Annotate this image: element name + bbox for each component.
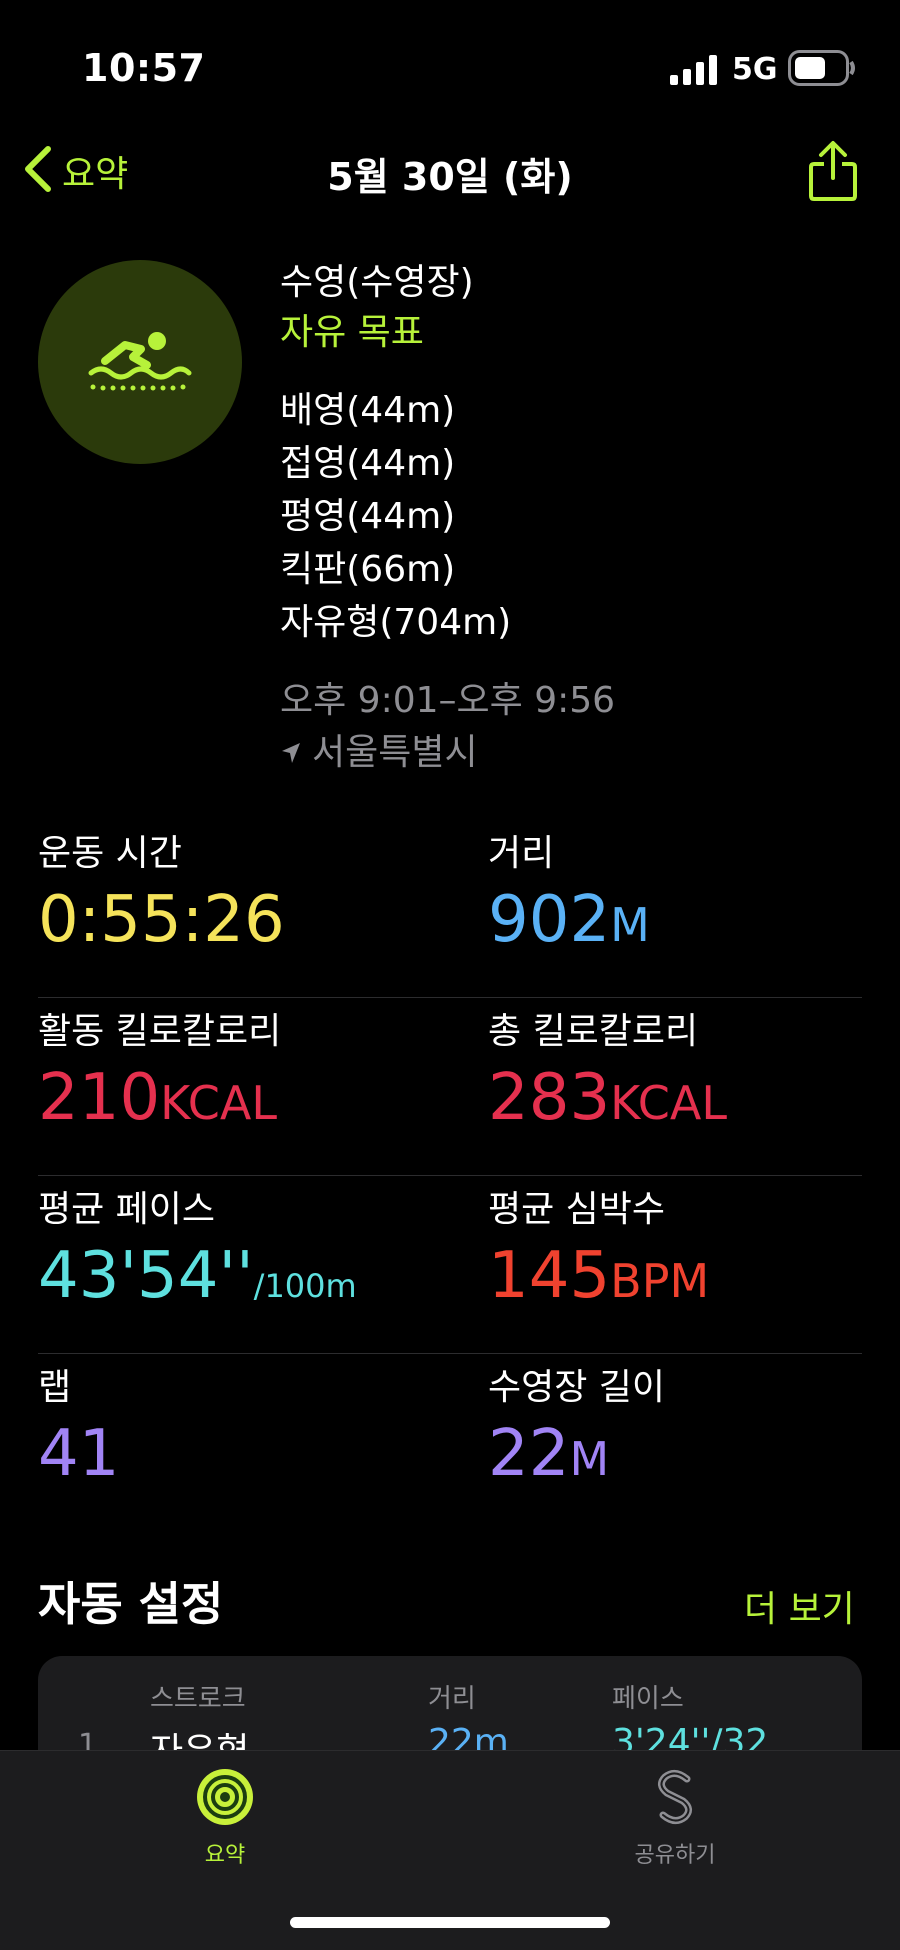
metric-value: 902 bbox=[488, 883, 611, 957]
metric-value: 43'54'' bbox=[38, 1239, 254, 1313]
swimming-icon bbox=[38, 260, 242, 464]
metric-label: 평균 심박수 bbox=[488, 1189, 666, 1230]
metric-label: 평균 페이스 bbox=[38, 1189, 216, 1230]
metrics-row: 활동 킬로칼로리 210KCAL 총 킬로칼로리 283KCAL bbox=[38, 998, 862, 1176]
location-arrow-icon bbox=[280, 741, 302, 765]
workout-goal: 자유 목표 bbox=[280, 312, 424, 353]
network-type: 5G bbox=[732, 52, 778, 87]
metric-label: 운동 시간 bbox=[38, 833, 182, 874]
home-indicator bbox=[290, 1917, 610, 1928]
location-label: 서울특별시 bbox=[312, 732, 478, 773]
metrics-row: 랩 41 수영장 길이 22M bbox=[38, 1354, 862, 1532]
column-header-stroke: 스트로크 bbox=[150, 1684, 246, 1714]
metric-unit: M bbox=[610, 898, 650, 952]
metrics-grid: 운동 시간 0:55:26 거리 902M 활동 킬로칼로리 210KCAL 총… bbox=[38, 820, 862, 1532]
workout-location: 서울특별시 bbox=[280, 727, 615, 779]
battery-icon bbox=[788, 50, 856, 90]
metric-unit: BPM bbox=[610, 1254, 710, 1308]
stroke-item: 배영(44m) bbox=[280, 390, 456, 431]
stroke-item: 자유형(704m) bbox=[280, 602, 512, 643]
metric-value: 0:55:26 bbox=[38, 883, 285, 957]
metric-unit: KCAL bbox=[610, 1076, 728, 1130]
metric-unit: /100m bbox=[253, 1267, 357, 1305]
metric-label: 랩 bbox=[38, 1367, 72, 1408]
metric-label: 거리 bbox=[488, 833, 555, 874]
cellular-signal-icon bbox=[670, 55, 720, 89]
metric-total-kcal: 총 킬로칼로리 283KCAL bbox=[488, 998, 862, 1175]
metric-value: 283 bbox=[488, 1061, 611, 1135]
workout-info: 수영(수영장) 자유 목표 배영(44m) 접영(44m) 평영(44m) 킥판… bbox=[280, 258, 615, 779]
tab-label: 공유하기 bbox=[634, 1843, 716, 1868]
metric-active-kcal: 활동 킬로칼로리 210KCAL bbox=[38, 998, 488, 1175]
metric-pool-length: 수영장 길이 22M bbox=[488, 1354, 862, 1532]
metric-unit: KCAL bbox=[160, 1076, 278, 1130]
activity-rings-icon bbox=[125, 1767, 325, 1831]
metric-value: 22 bbox=[488, 1417, 570, 1491]
metric-value: 41 bbox=[38, 1417, 120, 1491]
share-icon bbox=[809, 141, 857, 201]
metric-value: 145 bbox=[488, 1239, 611, 1313]
metrics-row: 평균 페이스 43'54''/100m 평균 심박수 145BPM bbox=[38, 1176, 862, 1354]
metric-distance: 거리 902M bbox=[488, 820, 862, 997]
metric-workout-time: 운동 시간 0:55:26 bbox=[38, 820, 488, 997]
show-more-link[interactable]: 더 보기 bbox=[744, 1580, 855, 1632]
metric-unit: M bbox=[569, 1432, 610, 1486]
stroke-list: 배영(44m) 접영(44m) 평영(44m) 킥판(66m) 자유형(704m… bbox=[280, 384, 615, 649]
status-time: 10:57 bbox=[82, 46, 206, 90]
stroke-item: 킥판(66m) bbox=[280, 549, 456, 590]
metric-label: 총 킬로칼로리 bbox=[488, 1011, 699, 1052]
page-title: 5월 30일 (화) bbox=[327, 155, 573, 199]
metric-value: 210 bbox=[38, 1061, 161, 1135]
metric-avg-heart-rate: 평균 심박수 145BPM bbox=[488, 1176, 862, 1353]
stroke-item: 접영(44m) bbox=[280, 443, 456, 484]
stroke-item: 평영(44m) bbox=[280, 496, 456, 537]
tab-label: 요약 bbox=[204, 1843, 246, 1868]
metric-label: 수영장 길이 bbox=[488, 1367, 666, 1408]
tab-summary[interactable]: 요약 bbox=[125, 1767, 325, 1869]
metric-laps: 랩 41 bbox=[38, 1354, 488, 1532]
column-header-distance: 거리 bbox=[428, 1684, 476, 1714]
workout-time-range: 오후 9:01–오후 9:56 bbox=[280, 680, 616, 721]
metric-label: 활동 킬로칼로리 bbox=[38, 1011, 282, 1052]
column-header-pace: 페이스 bbox=[612, 1684, 684, 1714]
sharing-icon bbox=[575, 1767, 775, 1831]
section-title: 자동 설정 bbox=[38, 1577, 224, 1631]
metrics-row: 운동 시간 0:55:26 거리 902M bbox=[38, 820, 862, 998]
metric-avg-pace: 평균 페이스 43'54''/100m bbox=[38, 1176, 488, 1353]
share-button[interactable] bbox=[808, 140, 858, 206]
workout-name: 수영(수영장) bbox=[280, 262, 474, 303]
tab-sharing[interactable]: 공유하기 bbox=[575, 1767, 775, 1869]
